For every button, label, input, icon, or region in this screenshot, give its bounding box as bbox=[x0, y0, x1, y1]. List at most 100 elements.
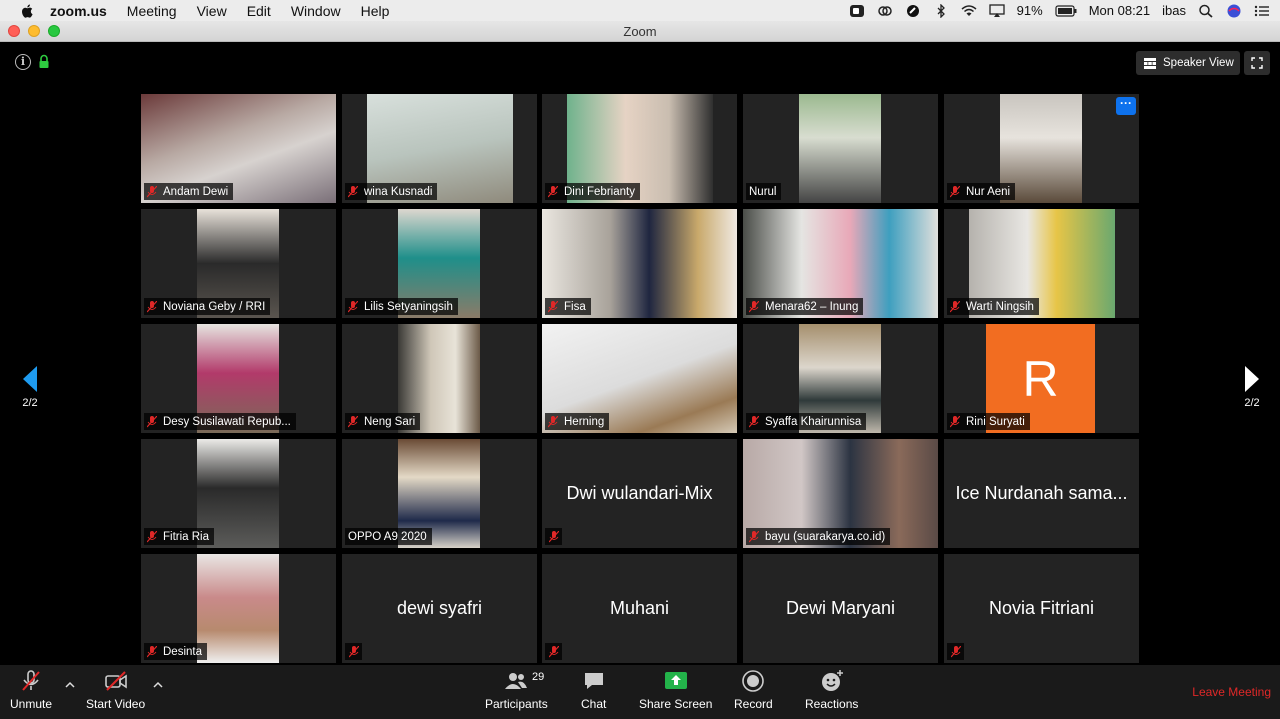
participant-tile[interactable]: R Rini Suryati bbox=[944, 324, 1139, 433]
app-status-icon[interactable] bbox=[905, 4, 921, 18]
clock[interactable]: Mon 08:21 bbox=[1089, 3, 1150, 18]
wifi-icon[interactable] bbox=[961, 4, 977, 18]
muted-mic-icon bbox=[147, 300, 157, 312]
reactions-icon bbox=[821, 670, 843, 691]
participant-tile[interactable]: Andam Dewi bbox=[141, 94, 336, 203]
leave-meeting-button[interactable]: Leave Meeting bbox=[1192, 685, 1271, 699]
airplay-icon[interactable] bbox=[989, 3, 1005, 18]
participant-name-label: Desy Susilawati Repub... bbox=[144, 413, 296, 430]
participant-tile[interactable]: Muhani bbox=[542, 554, 737, 663]
meeting-info-icon[interactable]: i bbox=[15, 54, 31, 70]
participant-tile[interactable]: Dewi Maryani bbox=[743, 554, 938, 663]
participants-icon bbox=[505, 673, 528, 689]
fullscreen-button[interactable] bbox=[1244, 51, 1270, 75]
participant-tile[interactable]: Warti Ningsih bbox=[944, 209, 1139, 318]
bluetooth-icon[interactable] bbox=[933, 3, 949, 18]
participant-tile[interactable]: Ice Nurdanah sama... bbox=[944, 439, 1139, 548]
participant-tile[interactable]: Herning bbox=[542, 324, 737, 433]
window-controls bbox=[8, 25, 60, 37]
participant-video bbox=[799, 94, 881, 203]
muted-mic-icon bbox=[348, 185, 358, 197]
participant-tile[interactable]: Menara62 – Inung bbox=[743, 209, 938, 318]
participant-name-display: Dewi Maryani bbox=[785, 598, 896, 618]
participant-tile[interactable]: Desy Susilawati Repub... bbox=[141, 324, 336, 433]
muted-mic-icon bbox=[545, 643, 562, 660]
muted-mic-icon bbox=[147, 530, 157, 542]
participant-tile[interactable]: Dwi wulandari-Mix bbox=[542, 439, 737, 548]
participant-tile[interactable]: Lilis Setyaningsih bbox=[342, 209, 537, 318]
more-options-button[interactable]: ··· bbox=[1116, 97, 1136, 115]
participant-name-label: Andam Dewi bbox=[144, 183, 234, 200]
speaker-view-label: Speaker View bbox=[1163, 57, 1234, 69]
chat-button[interactable]: Chat bbox=[581, 669, 606, 711]
encryption-lock-icon[interactable] bbox=[38, 54, 50, 69]
reactions-button[interactable]: Reactions bbox=[805, 669, 858, 711]
user-name[interactable]: ibas bbox=[1162, 3, 1186, 18]
apple-icon[interactable] bbox=[18, 3, 36, 18]
participant-tile[interactable]: wina Kusnadi bbox=[342, 94, 537, 203]
participant-tile[interactable]: ··· Nur Aeni bbox=[944, 94, 1139, 203]
participant-name-label: Fisa bbox=[545, 298, 591, 315]
video-options-caret-icon[interactable] bbox=[153, 681, 163, 689]
participant-name-label: wina Kusnadi bbox=[345, 183, 438, 200]
participant-name-label: Desinta bbox=[144, 643, 207, 660]
participant-name-label: Dini Febrianty bbox=[545, 183, 640, 200]
unmute-button[interactable]: Unmute bbox=[10, 669, 52, 711]
start-video-button[interactable]: Start Video bbox=[86, 669, 145, 711]
participant-name-label: Rini Suryati bbox=[947, 413, 1030, 430]
page-indicator-left: 2/2 bbox=[22, 397, 38, 409]
participant-tile[interactable]: Syaffa Khairunnisa bbox=[743, 324, 938, 433]
siri-icon[interactable] bbox=[1226, 4, 1242, 18]
participant-tile[interactable]: Novia Fitriani bbox=[944, 554, 1139, 663]
participant-name-display: Muhani bbox=[609, 598, 670, 618]
zoom-gallery-view: i Speaker View 2/2 2/2 Andam Dewi wina K… bbox=[0, 43, 1280, 665]
participant-tile[interactable]: Fitria Ria bbox=[141, 439, 336, 548]
previous-page-button[interactable]: 2/2 bbox=[18, 366, 42, 409]
creative-cloud-icon[interactable] bbox=[877, 4, 893, 18]
participant-tile[interactable]: bayu (suarakarya.co.id) bbox=[743, 439, 938, 548]
speaker-view-button[interactable]: Speaker View bbox=[1136, 51, 1240, 75]
participant-tile[interactable]: Fisa bbox=[542, 209, 737, 318]
muted-mic-icon bbox=[950, 300, 960, 312]
muted-mic-icon bbox=[749, 530, 759, 542]
chat-icon bbox=[584, 673, 603, 689]
participant-grid: Andam Dewi wina Kusnadi Dini Febrianty N… bbox=[141, 94, 1139, 664]
participant-tile[interactable]: Desinta bbox=[141, 554, 336, 663]
menu-app-name[interactable]: zoom.us bbox=[50, 3, 107, 19]
participant-tile[interactable]: Neng Sari bbox=[342, 324, 537, 433]
battery-icon[interactable] bbox=[1055, 4, 1077, 18]
participant-tile[interactable]: Dini Febrianty bbox=[542, 94, 737, 203]
share-screen-icon bbox=[664, 672, 687, 689]
close-window-button[interactable] bbox=[8, 25, 20, 37]
minimize-window-button[interactable] bbox=[28, 25, 40, 37]
arrow-right-icon bbox=[1245, 366, 1259, 392]
muted-mic-icon bbox=[947, 643, 964, 660]
menu-help[interactable]: Help bbox=[361, 3, 390, 19]
participant-tile[interactable]: OPPO A9 2020 bbox=[342, 439, 537, 548]
menu-edit[interactable]: Edit bbox=[247, 3, 271, 19]
notification-center-icon[interactable] bbox=[1254, 4, 1270, 18]
muted-mic-icon bbox=[548, 300, 558, 312]
zoom-status-icon[interactable] bbox=[849, 4, 865, 18]
participant-name-label: Herning bbox=[545, 413, 610, 430]
participant-tile[interactable]: dewi syafri bbox=[342, 554, 537, 663]
menu-window[interactable]: Window bbox=[291, 3, 341, 19]
muted-mic-icon bbox=[147, 645, 157, 657]
record-button[interactable]: Record bbox=[734, 669, 773, 711]
menu-view[interactable]: View bbox=[197, 3, 227, 19]
maximize-window-button[interactable] bbox=[48, 25, 60, 37]
participant-tile[interactable]: Nurul bbox=[743, 94, 938, 203]
muted-mic-icon bbox=[348, 300, 358, 312]
menu-meeting[interactable]: Meeting bbox=[127, 3, 177, 19]
participant-tile[interactable]: Noviana Geby / RRI bbox=[141, 209, 336, 318]
spotlight-search-icon[interactable] bbox=[1198, 4, 1214, 18]
participant-name-label: OPPO A9 2020 bbox=[345, 528, 432, 545]
window-title-bar: Zoom bbox=[0, 21, 1280, 42]
share-screen-button[interactable]: Share Screen bbox=[639, 669, 712, 711]
fullscreen-icon bbox=[1251, 57, 1263, 69]
participant-name-display: Dwi wulandari-Mix bbox=[566, 483, 713, 503]
record-icon bbox=[742, 670, 765, 692]
next-page-button[interactable]: 2/2 bbox=[1240, 366, 1264, 409]
meeting-toolbar: Unmute Start Video Participants 29 Chat … bbox=[0, 665, 1280, 719]
audio-options-caret-icon[interactable] bbox=[65, 681, 75, 689]
